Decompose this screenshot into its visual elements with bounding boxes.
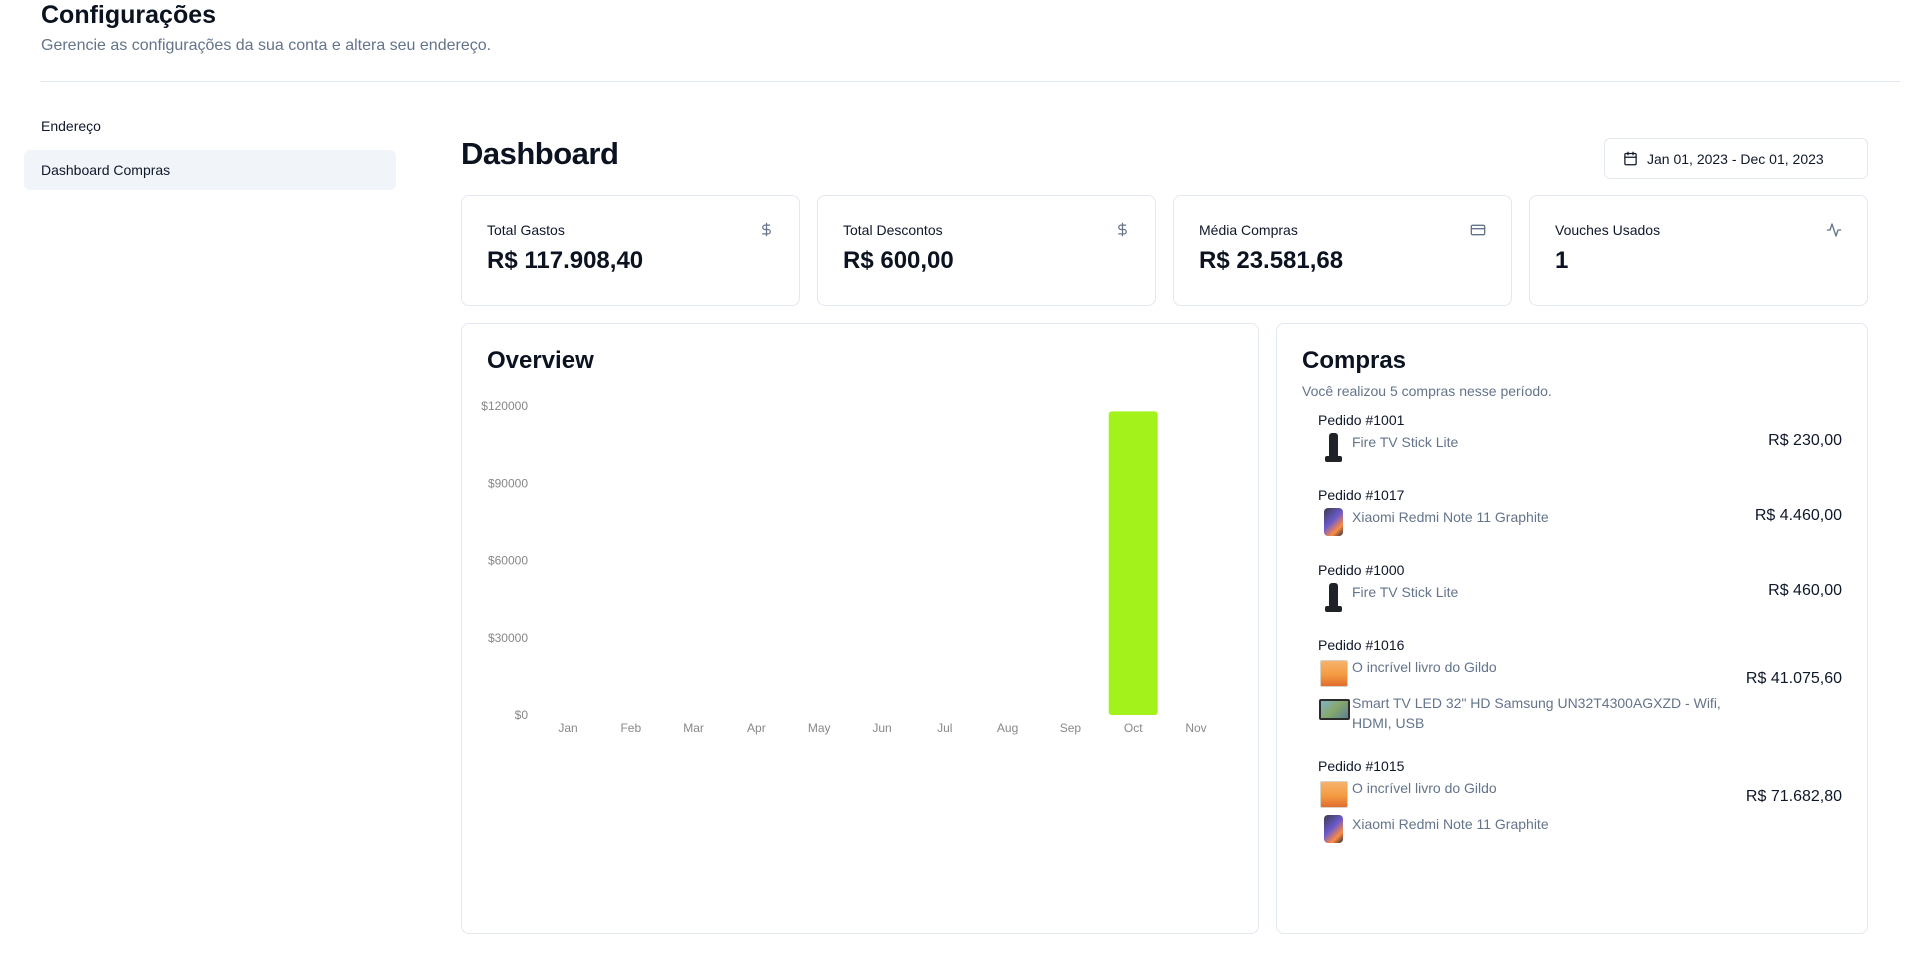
credit-card-icon (1470, 224, 1486, 236)
order-item[interactable]: Pedido #1016 O incrível livro do Gildo S… (1302, 637, 1842, 733)
stat-card-vouches-usados: Vouches Usados 1 (1529, 195, 1868, 306)
y-tick-label: $60000 (488, 554, 528, 568)
y-tick-label: $120000 (481, 399, 528, 413)
book-thumbnail (1318, 778, 1348, 808)
sidebar-item-endereco[interactable]: Endereço (24, 106, 396, 146)
product-name: Xiaomi Redmi Note 11 Graphite (1352, 816, 1549, 832)
order-total: R$ 4.460,00 (1754, 507, 1842, 524)
dashboard-title: Dashboard (461, 136, 619, 171)
activity-icon (1826, 223, 1842, 237)
order-id: Pedido #1017 (1318, 487, 1405, 503)
x-tick-label: Sep (1060, 721, 1082, 735)
order-item[interactable]: Pedido #1015 O incrível livro do Gildo X… (1302, 758, 1842, 844)
fire-tv-stick-thumbnail (1318, 432, 1348, 462)
smart-tv-thumbnail (1318, 693, 1350, 723)
compras-title: Compras (1302, 347, 1407, 374)
stat-card-total-gastos: Total Gastos R$ 117.908,40 (461, 195, 800, 306)
x-tick-label: Oct (1124, 721, 1143, 735)
x-tick-label: Jul (937, 721, 952, 735)
order-total: R$ 71.682,80 (1745, 788, 1842, 805)
x-tick-label: Jun (872, 721, 891, 735)
order-id: Pedido #1001 (1318, 412, 1405, 428)
sidebar-item-dashboard-compras[interactable]: Dashboard Compras (24, 150, 396, 190)
product-name: Fire TV Stick Lite (1352, 434, 1459, 450)
y-tick-label: $30000 (488, 631, 528, 645)
stats-row: Total Gastos R$ 117.908,40 Total Descont… (461, 195, 1868, 306)
order-product: Smart TV LED 32" HD Samsung UN32T4300AGX… (1318, 693, 1842, 733)
book-thumbnail (1318, 657, 1348, 687)
order-id: Pedido #1016 (1318, 637, 1405, 653)
stat-title: Vouches Usados (1555, 222, 1661, 238)
order-item[interactable]: Pedido #1017 Xiaomi Redmi Note 11 Graphi… (1302, 487, 1842, 537)
stat-card-total-descontos: Total Descontos R$ 600,00 (817, 195, 1156, 306)
order-product: Fire TV Stick Lite (1318, 582, 1842, 612)
page-title: Configurações (41, 1, 217, 29)
y-tick-label: $90000 (488, 476, 528, 490)
header-divider (41, 81, 1900, 82)
smartphone-thumbnail (1318, 507, 1348, 537)
x-tick-label: Nov (1185, 721, 1206, 735)
date-range-text: Jan 01, 2023 - Dec 01, 2023 (1647, 150, 1824, 167)
overview-bar-chart: $0 $30000 $60000 $90000 $120000 Jan Feb Mar Apr M… (481, 399, 1206, 735)
order-id: Pedido #1000 (1318, 562, 1405, 578)
order-total: R$ 41.075,60 (1745, 670, 1842, 687)
sidebar-item-label: Endereço (41, 118, 101, 134)
product-name: Xiaomi Redmi Note 11 Graphite (1352, 509, 1549, 525)
order-item[interactable]: Pedido #1000 Fire TV Stick Lite R$ 460,0… (1302, 562, 1842, 612)
stat-title: Média Compras (1199, 222, 1298, 238)
product-name: O incrível livro do Gildo (1352, 659, 1497, 675)
calendar-icon (1624, 151, 1637, 166)
stat-value: 1 (1555, 247, 1569, 274)
compras-card: Compras Você realizou 5 compras nesse pe… (1276, 323, 1868, 934)
product-name: O incrível livro do Gildo (1352, 780, 1497, 796)
product-name: Fire TV Stick Lite (1352, 584, 1459, 600)
stat-title: Total Gastos (487, 222, 565, 238)
bar-oct (1108, 411, 1158, 715)
order-id: Pedido #1015 (1318, 758, 1405, 774)
order-item[interactable]: Pedido #1001 Fire TV Stick Lite R$ 230,0… (1302, 412, 1842, 462)
dollar-icon (1118, 222, 1127, 237)
sidebar-nav: Endereço Dashboard Compras (24, 106, 396, 194)
y-tick-label: $0 (515, 708, 529, 722)
order-total: R$ 460,00 (1768, 582, 1842, 599)
x-tick-label: Feb (620, 721, 641, 735)
order-total: R$ 230,00 (1768, 432, 1842, 449)
page-subtitle: Gerencie as configurações da sua conta e… (41, 37, 492, 54)
date-range-picker-button[interactable]: Jan 01, 2023 - Dec 01, 2023 (1604, 138, 1868, 179)
compras-subtitle: Você realizou 5 compras nesse período. (1302, 383, 1552, 399)
x-tick-label: Apr (747, 721, 766, 735)
product-name: Smart TV LED 32" HD Samsung UN32T4300AGX… (1352, 695, 1721, 731)
fire-tv-stick-thumbnail (1318, 582, 1348, 612)
dollar-icon (762, 222, 771, 237)
order-list: Pedido #1001 Fire TV Stick Lite R$ 230,0… (1302, 412, 1842, 844)
stat-card-media-compras: Média Compras R$ 23.581,68 (1173, 195, 1512, 306)
overview-card: Overview $0 $30000 $60000 $90000 $120000 Jan F… (461, 323, 1259, 934)
page-header: Configurações Gerencie as configurações … (41, 0, 1901, 55)
sidebar-item-label: Dashboard Compras (41, 162, 171, 178)
x-tick-label: Aug (997, 721, 1018, 735)
stat-value: R$ 600,00 (843, 247, 954, 274)
smartphone-thumbnail (1318, 814, 1348, 844)
stat-value: R$ 23.581,68 (1199, 247, 1344, 274)
stat-value: R$ 117.908,40 (487, 247, 644, 274)
x-tick-label: May (808, 721, 831, 735)
order-product: Fire TV Stick Lite (1318, 432, 1842, 462)
stat-title: Total Descontos (843, 222, 943, 238)
x-tick-label: Mar (683, 721, 704, 735)
order-product: Xiaomi Redmi Note 11 Graphite (1318, 814, 1842, 844)
x-tick-label: Jan (558, 721, 577, 735)
